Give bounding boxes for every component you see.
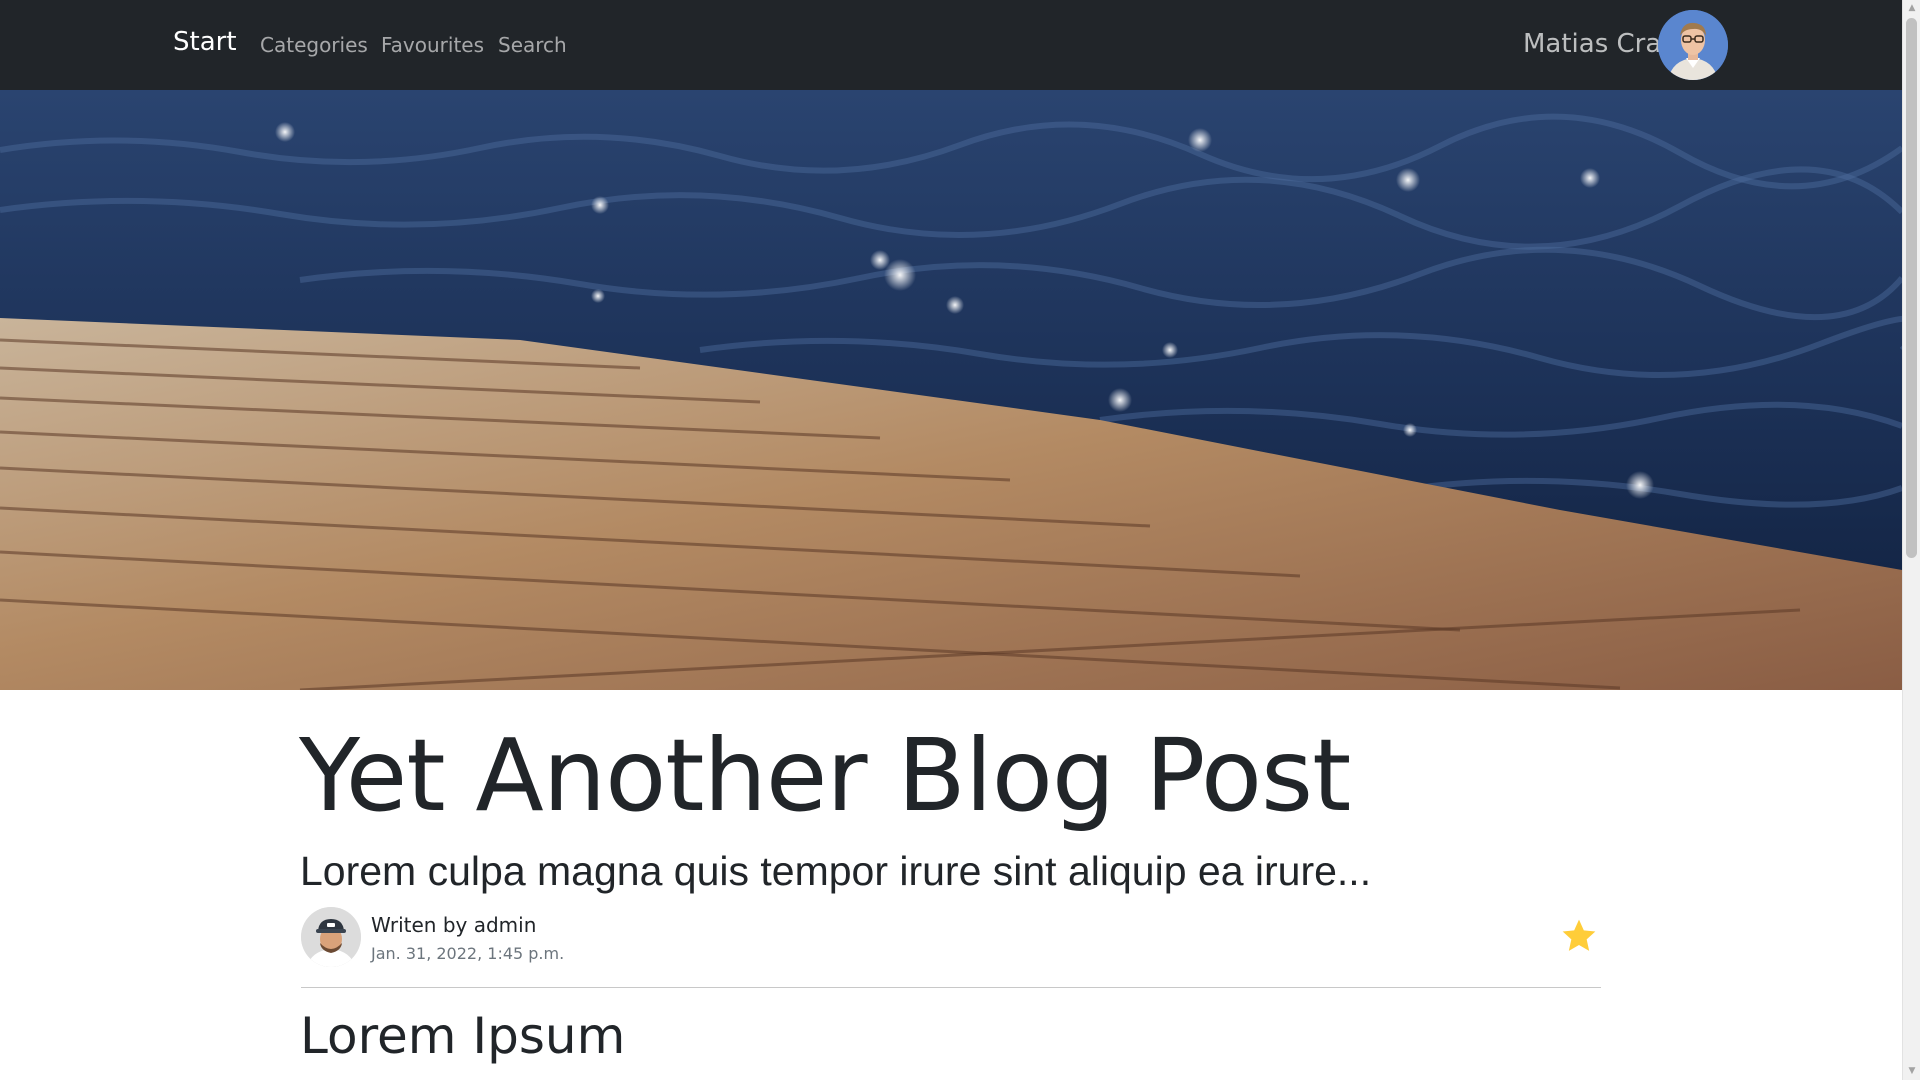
section-heading: Lorem Ipsum [300,1007,626,1065]
user-avatar-portrait [1658,10,1728,80]
star-icon[interactable] [1559,916,1599,956]
nav-link-categories[interactable]: Categories [260,33,368,57]
top-navbar: Start Categories Favourites Search Matia… [0,0,1902,90]
scroll-down-arrow-icon[interactable]: ▼ [1903,1063,1920,1080]
author-portrait [301,907,361,967]
post-lead: Lorem culpa magna quis tempor irure sint… [300,848,1372,894]
author-avatar [301,907,361,967]
brand-link-start[interactable]: Start [173,27,237,57]
post-title: Yet Another Blog Post [299,717,1351,834]
favourite-star-shape [1562,919,1596,951]
dock-water-photo [0,90,1902,690]
scrollbar-thumb[interactable] [1906,18,1917,558]
nav-link-search[interactable]: Search [498,33,567,57]
nav-link-favourites[interactable]: Favourites [381,33,484,57]
page-scrollbar[interactable]: ▲ ▼ [1902,0,1920,1080]
post-date: Jan. 31, 2022, 1:45 p.m. [371,944,565,963]
content-divider [301,987,1601,988]
hero-image [0,90,1902,690]
user-name[interactable]: Matias Cra [1523,29,1661,59]
scroll-up-arrow-icon[interactable]: ▲ [1903,0,1920,17]
author-byline: Writen by admin [371,913,537,937]
user-avatar[interactable] [1658,10,1728,80]
